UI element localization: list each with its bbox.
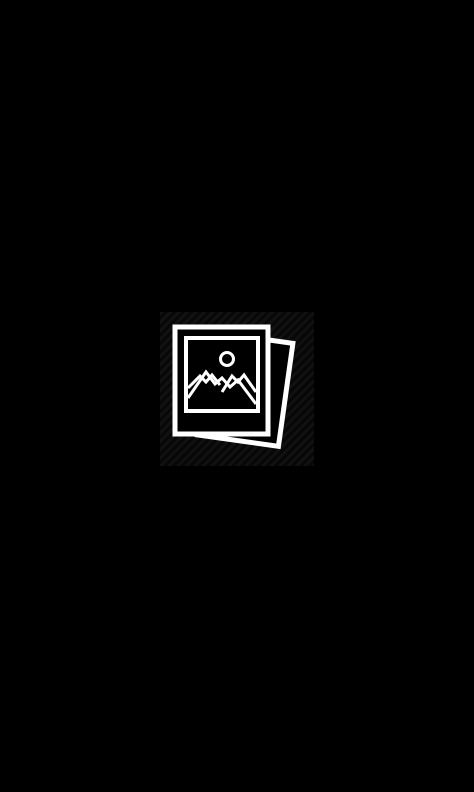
image-placeholder-screen [0, 0, 474, 792]
image-placeholder-tile [160, 312, 314, 466]
front-photo-frame [172, 324, 271, 437]
photo-gallery-icon [172, 324, 296, 450]
